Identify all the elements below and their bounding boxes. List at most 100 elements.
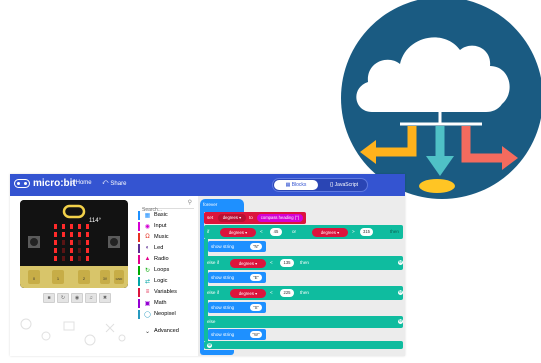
then-label: then (300, 290, 309, 295)
category-color-bar (138, 221, 140, 231)
category-loops[interactable]: ↻ Loops (138, 265, 197, 275)
search-icon[interactable]: ⚲ (188, 199, 192, 206)
lines-icon: ≡ (145, 289, 150, 295)
remove-clause-icon[interactable]: ⊖ (398, 319, 403, 324)
javascript-tab[interactable]: {} JavaScript (323, 180, 365, 190)
if-label: if (207, 229, 210, 234)
category-label: Variables (154, 289, 177, 295)
share-icon: ⤺ (102, 180, 109, 186)
restart-icon[interactable]: ↻ (57, 293, 69, 303)
home-button[interactable]: ⌂ Home (70, 180, 92, 186)
number-input[interactable]: 135 (280, 259, 294, 267)
set-label: set (207, 215, 214, 220)
remove-clause-icon[interactable]: ⊖ (398, 290, 403, 295)
led (62, 232, 65, 237)
led (78, 232, 81, 237)
variable-pill[interactable]: degrees ▾ (220, 228, 256, 237)
show-string-label: show string (211, 244, 235, 249)
category-color-bar (138, 298, 140, 308)
led (86, 256, 89, 261)
brand-logo[interactable]: micro:bit (14, 178, 76, 189)
if-block[interactable]: if degrees ▾ < 45 or degrees ▾ > 315 the… (204, 225, 403, 239)
variable-dropdown[interactable]: degrees ▾ (218, 214, 246, 222)
string-input[interactable]: "W" (250, 331, 262, 338)
category-color-bar (138, 327, 140, 336)
microbit-simulator-board[interactable]: 0 1 2 3V GND 114° (20, 200, 128, 288)
led (70, 248, 73, 253)
slowmo-icon[interactable]: ◉ (71, 293, 83, 303)
show-string-block[interactable]: show string "S" (208, 302, 266, 313)
category-label: Input (154, 223, 167, 229)
category-neopixel[interactable]: ◯ Neopixel (138, 309, 197, 319)
led (54, 256, 57, 261)
mute-icon[interactable]: ♫ (85, 293, 97, 303)
led (54, 240, 57, 245)
category-color-bar (138, 309, 140, 319)
toolbox: ⚲ ▦Basic ◉Input Ω Music ◐ Led ▲Radio ↻Loop… (138, 196, 199, 356)
to-label: to (249, 215, 253, 220)
variable-pill[interactable]: degrees ▾ (230, 289, 266, 298)
blocks-workspace[interactable]: forever set degrees ▾ to compass heading… (198, 196, 405, 356)
led (86, 248, 89, 253)
string-input[interactable]: "E" (250, 274, 262, 281)
string-input[interactable]: "S" (250, 304, 262, 311)
else-if-block[interactable]: else if degrees ▾ < 225 then ⊖ (204, 286, 403, 300)
category-logic[interactable]: ⇄ Logic (138, 276, 197, 286)
show-string-block[interactable]: show string "E" (208, 272, 266, 283)
show-string-block[interactable]: show string "W" (208, 329, 266, 340)
show-string-label: show string (211, 305, 235, 310)
destination-disc (419, 179, 455, 193)
category-label: Neopixel (154, 311, 176, 317)
category-math[interactable]: ▣ Math (138, 298, 197, 308)
else-if-block[interactable]: else if degrees ▾ < 135 then ⊖ (204, 256, 403, 270)
forever-block[interactable]: forever (200, 199, 244, 212)
category-variables[interactable]: ≡ Variables (138, 287, 197, 297)
led (70, 224, 73, 229)
show-string-block[interactable]: show string "N" (208, 241, 266, 252)
calculator-icon: ▣ (144, 300, 151, 307)
simulator-controls: ■ ↻ ◉ ♫ ✖ (43, 293, 111, 303)
editor-mode-toggle: ▦ Blocks {} JavaScript (272, 178, 368, 192)
if-block-footer: ⊕ (204, 341, 403, 349)
loop-icon: ↻ (144, 267, 151, 274)
set-variable-block[interactable]: set degrees ▾ to compass heading (°) (204, 212, 306, 224)
category-color-bar (138, 276, 140, 286)
category-label: Radio (154, 256, 169, 262)
remove-clause-icon[interactable]: ⊖ (398, 260, 403, 265)
variable-name: degrees (238, 291, 254, 296)
category-label: Led (154, 245, 164, 251)
share-button[interactable]: ⤺ Share (102, 180, 126, 187)
blocks-tab[interactable]: ▦ Blocks (274, 180, 318, 190)
category-basic[interactable]: ▦ Basic (138, 210, 197, 220)
show-string-label: show string (211, 275, 235, 280)
number-input[interactable]: 315 (360, 228, 373, 236)
category-input[interactable]: ◉ Input (138, 221, 197, 231)
number-input[interactable]: 225 (280, 289, 294, 297)
led (70, 256, 73, 261)
or-label: or (292, 229, 297, 234)
compare-operator: > (352, 229, 355, 234)
category-led[interactable]: ◐ Led (138, 243, 197, 253)
then-label: then (390, 229, 399, 234)
variable-pill[interactable]: degrees ▾ (230, 259, 266, 268)
category-music[interactable]: Ω Music (138, 232, 197, 242)
else-label: else (207, 319, 216, 324)
variable-pill[interactable]: degrees ▾ (312, 228, 348, 237)
add-clause-icon[interactable]: ⊕ (207, 342, 212, 348)
category-color-bar (138, 265, 140, 275)
fullscreen-icon[interactable]: ✖ (99, 293, 111, 303)
led (54, 248, 57, 253)
stop-icon[interactable]: ■ (43, 293, 55, 303)
led (70, 240, 73, 245)
led (62, 224, 65, 229)
variable-name: degrees (238, 261, 254, 266)
compass-heading-block[interactable]: compass heading (°) (257, 214, 303, 222)
else-block[interactable]: else ⊖ (204, 316, 403, 328)
category-advanced[interactable]: ⌄ Advanced (138, 326, 197, 336)
number-input[interactable]: 45 (270, 228, 282, 236)
led (86, 232, 89, 237)
category-radio[interactable]: ▲ Radio (138, 254, 197, 264)
string-input[interactable]: "N" (250, 243, 262, 250)
led (78, 240, 81, 245)
home-icon: ⌂ (70, 180, 74, 186)
